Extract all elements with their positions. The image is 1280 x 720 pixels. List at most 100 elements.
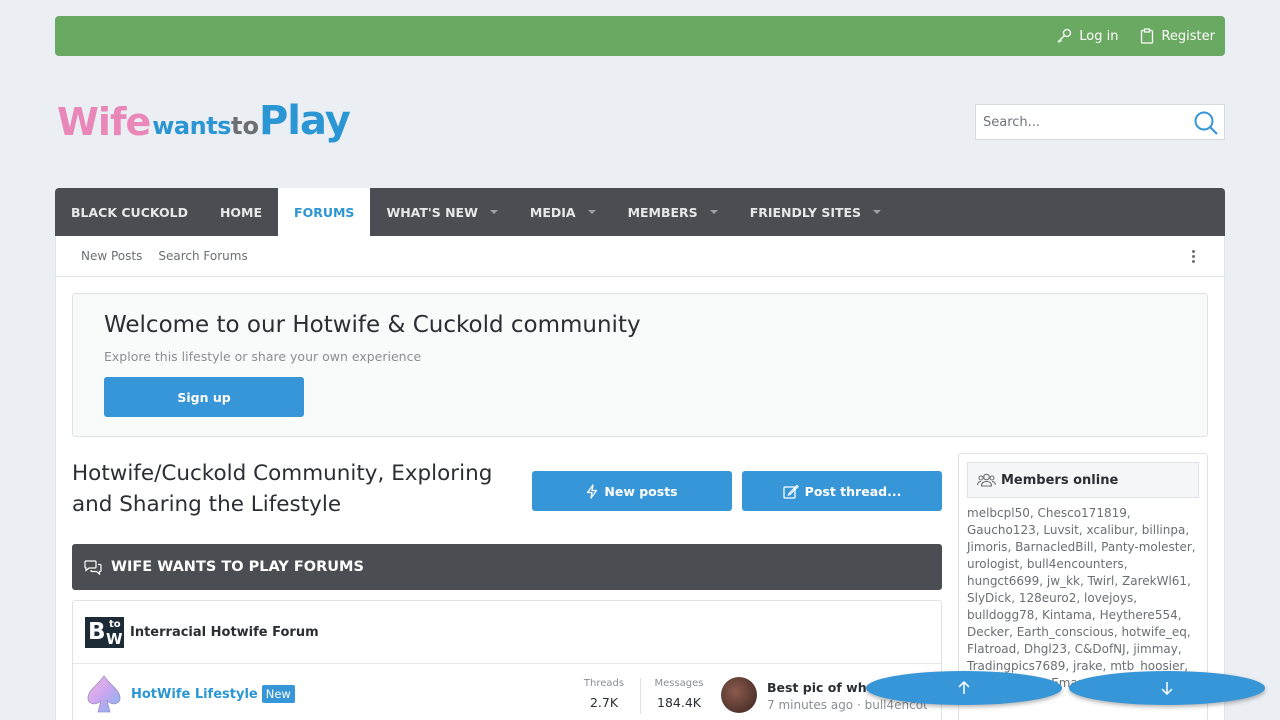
member-link[interactable]: xcalibur <box>1086 523 1134 537</box>
member-link[interactable]: bull4encounters <box>1027 557 1124 571</box>
threads-label: Threads <box>583 678 625 689</box>
bolt-icon <box>587 483 598 499</box>
member-link[interactable]: Luvsit <box>1043 523 1078 537</box>
spade-icon <box>87 675 121 713</box>
list-item[interactable]: B to W Interracial Hotwife Forum <box>73 601 941 664</box>
search-icon[interactable] <box>1193 110 1219 136</box>
welcome-notice: Welcome to our Hotwife & Cuckold communi… <box>72 293 1208 437</box>
member-link[interactable]: urologist <box>967 557 1019 571</box>
category-title: WIFE WANTS TO PLAY FORUMS <box>111 559 364 575</box>
forum-title[interactable]: Interracial Hotwife Forum <box>130 625 319 640</box>
member-link[interactable]: Heythere554 <box>1100 608 1178 622</box>
chevron-down-icon[interactable] <box>709 210 718 214</box>
logo-part-4: Play <box>258 98 351 144</box>
avatar[interactable] <box>721 677 757 713</box>
forum-title[interactable]: HotWife Lifestyle <box>131 687 258 702</box>
tab-members[interactable]: MEMBERS <box>612 188 734 236</box>
more-options-icon[interactable] <box>1192 250 1196 265</box>
logo-part-1: Wife <box>57 100 151 144</box>
tab-friendly-sites[interactable]: FRIENDLY SITES <box>734 188 897 236</box>
member-link[interactable]: Earth_conscious <box>1017 625 1114 639</box>
login-label: Log in <box>1079 28 1119 44</box>
scroll-down-button[interactable] <box>1069 671 1265 705</box>
icon-letter: W <box>106 629 123 648</box>
scroll-up-button[interactable] <box>866 671 1062 705</box>
threads-stat: Threads 2.7K <box>573 678 635 710</box>
top-bar: Log in Register <box>55 16 1225 56</box>
register-link[interactable]: Register <box>1140 28 1215 44</box>
member-link[interactable]: Kintama <box>1042 608 1092 622</box>
node-list: B to W Interracial Hotwife Forum HotWife… <box>72 600 942 720</box>
subnav-search-forums[interactable]: Search Forums <box>158 249 247 263</box>
member-link[interactable]: jw_kk <box>1047 574 1080 588</box>
tab-label: MEMBERS <box>627 204 698 220</box>
clipboard-icon <box>1141 28 1154 44</box>
list-item[interactable]: HotWife Lifestyle New Threads 2.7K Messa… <box>73 664 941 720</box>
signup-button[interactable]: Sign up <box>104 377 304 417</box>
new-badge: New <box>261 685 295 703</box>
subnav-new-posts[interactable]: New Posts <box>81 249 142 263</box>
login-link[interactable]: Log in <box>1056 28 1118 44</box>
category-header[interactable]: WIFE WANTS TO PLAY FORUMS <box>72 544 942 590</box>
welcome-title: Welcome to our Hotwife & Cuckold communi… <box>104 312 641 338</box>
member-link[interactable]: melbcpl50 <box>967 506 1030 520</box>
tab-label: WHAT'S NEW <box>386 204 478 220</box>
member-link[interactable]: SlyDick <box>967 591 1011 605</box>
messages-stat: Messages 184.4K <box>648 678 710 710</box>
tab-label: MEDIA <box>529 204 576 220</box>
chevron-down-icon[interactable] <box>873 210 882 214</box>
member-link[interactable]: billinpa <box>1142 523 1186 537</box>
tab-forums[interactable]: FORUMS <box>278 188 371 236</box>
stat-divider <box>640 678 641 714</box>
member-link[interactable]: Dhgl23 <box>1024 642 1067 656</box>
search-box <box>975 104 1225 140</box>
tab-label: FRIENDLY SITES <box>749 204 862 220</box>
member-link[interactable]: ZarekWl61 <box>1122 574 1187 588</box>
site-logo[interactable]: Wife wants to Play <box>57 96 351 144</box>
main-nav: BLACK CUCKOLD HOME FORUMS WHAT'S NEW MED… <box>55 188 1225 236</box>
sub-nav: New Posts Search Forums <box>55 236 1225 277</box>
member-link[interactable]: lovejoys <box>1084 591 1133 605</box>
member-link[interactable]: 128euro2 <box>1019 591 1077 605</box>
tab-label: HOME <box>219 204 263 220</box>
tab-black-cuckold[interactable]: BLACK CUCKOLD <box>55 188 204 236</box>
chevron-down-icon[interactable] <box>587 210 596 214</box>
member-link[interactable]: Jimoris <box>967 540 1007 554</box>
tab-label: FORUMS <box>294 204 355 220</box>
post-thread-button[interactable]: Post thread... <box>742 471 942 511</box>
member-link[interactable]: C&DofNJ <box>1075 642 1126 656</box>
messages-value: 184.4K <box>657 695 701 710</box>
member-link[interactable]: jimmay <box>1133 642 1178 656</box>
comments-icon <box>84 559 102 575</box>
arrow-up-icon <box>958 681 970 694</box>
messages-label: Messages <box>654 678 704 689</box>
member-link[interactable]: Twirl <box>1088 574 1115 588</box>
tab-label: BLACK CUCKOLD <box>71 204 188 220</box>
member-link[interactable]: Panty-molester <box>1101 540 1192 554</box>
logo-part-3: to <box>230 112 259 140</box>
member-link[interactable]: Flatroad <box>967 642 1016 656</box>
tab-home[interactable]: HOME <box>204 188 278 236</box>
edit-icon <box>783 484 799 499</box>
arrow-down-icon <box>1161 682 1173 695</box>
welcome-subtitle: Explore this lifestyle or share your own… <box>104 349 422 364</box>
threads-value: 2.7K <box>589 695 619 710</box>
last-post-title[interactable]: Best pic of white c <box>767 680 867 695</box>
member-link[interactable]: hungct6699 <box>967 574 1039 588</box>
member-link[interactable]: hotwife_eq <box>1121 625 1186 639</box>
member-link[interactable]: jrake <box>1073 659 1103 673</box>
new-posts-label: New posts <box>604 483 678 499</box>
tab-media[interactable]: MEDIA <box>514 188 612 236</box>
chevron-down-icon[interactable] <box>489 210 498 214</box>
member-link[interactable]: BarnacledBill <box>1015 540 1093 554</box>
members-online-header[interactable]: Members online <box>967 462 1199 498</box>
new-posts-button[interactable]: New posts <box>532 471 732 511</box>
search-input[interactable] <box>983 114 1183 130</box>
icon-letter: to <box>109 618 121 630</box>
member-link[interactable]: Chesco171819 <box>1037 506 1126 520</box>
tab-whats-new[interactable]: WHAT'S NEW <box>370 188 513 236</box>
member-link[interactable]: bulldogg78 <box>967 608 1034 622</box>
member-link[interactable]: Gaucho123 <box>967 523 1036 537</box>
icon-letter: B <box>88 618 106 645</box>
member-link[interactable]: Decker <box>967 625 1009 639</box>
